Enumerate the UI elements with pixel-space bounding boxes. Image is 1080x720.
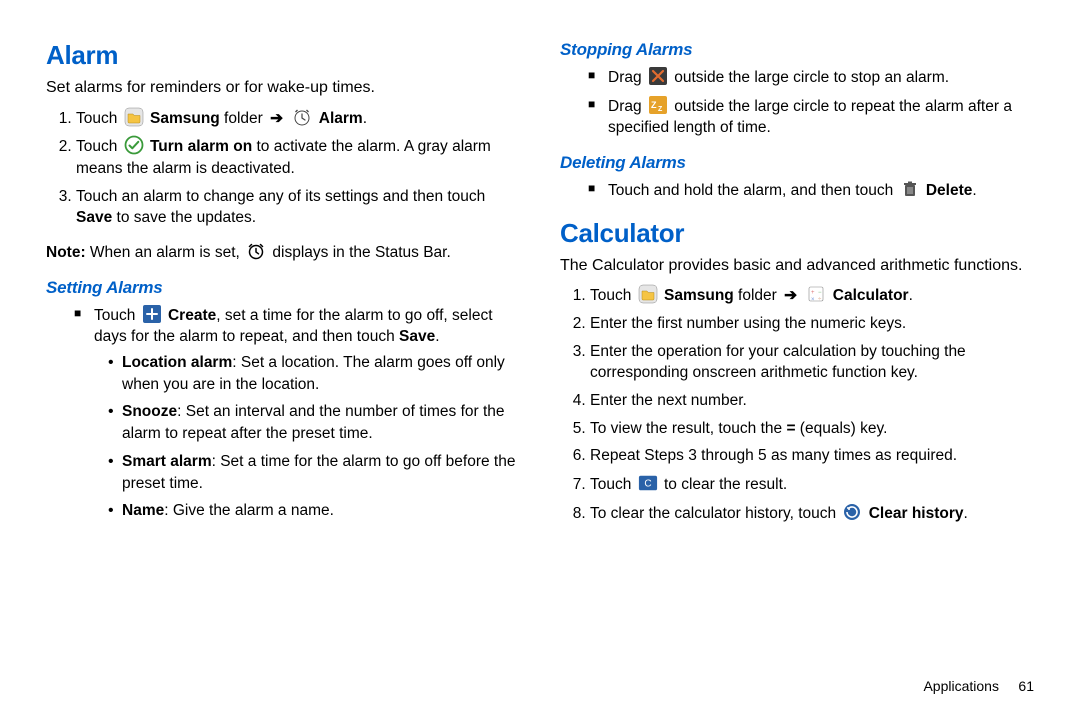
clear-key-icon: C (638, 473, 658, 493)
alarm-step-2: Touch Turn alarm on to activate the alar… (76, 135, 520, 179)
calc-step-7: Touch C to clear the result. (590, 473, 1034, 496)
alarm-heading: Alarm (46, 40, 520, 71)
svg-text:×: × (811, 297, 815, 303)
footer-page-number: 61 (1018, 678, 1034, 694)
clear-history-icon (842, 502, 862, 522)
x-stop-icon (648, 66, 668, 86)
delete-alarm-item: Touch and hold the alarm, and then touch… (588, 179, 1034, 202)
arrow-icon (784, 285, 797, 307)
plus-icon (142, 304, 162, 324)
alarm-clock-icon (292, 107, 312, 127)
calc-step-4: Enter the next number. (590, 390, 1034, 412)
deleting-alarms-heading: Deleting Alarms (560, 153, 1034, 173)
samsung-folder-icon (638, 284, 658, 304)
right-column: Stopping Alarms Drag outside the large c… (560, 40, 1034, 690)
svg-text:C: C (644, 479, 651, 490)
calc-step-3: Enter the operation for your calculation… (590, 341, 1034, 384)
stopping-alarms-list: Drag outside the large circle to stop an… (588, 66, 1034, 139)
setting-alarms-item: Touch Create, set a time for the alarm t… (74, 304, 520, 522)
calc-step-6: Repeat Steps 3 through 5 as many times a… (590, 445, 1034, 467)
calc-step-8: To clear the calculator history, touch C… (590, 502, 1034, 525)
stop-alarm-item: Drag outside the large circle to stop an… (588, 66, 1034, 89)
alarm-step-1: Touch Samsung folder Alarm. (76, 107, 520, 130)
status-alarm-icon (246, 241, 266, 261)
alarm-steps: Touch Samsung folder Alarm. Touch Turn a… (46, 107, 520, 229)
calc-step-2: Enter the first number using the numeric… (590, 313, 1034, 335)
svg-text:−: − (818, 290, 822, 296)
repeat-alarm-item: Drag ZZ outside the large circle to repe… (588, 95, 1034, 139)
page-footer: Applications 61 (923, 678, 1034, 694)
trash-icon (900, 179, 920, 199)
alarm-lead: Set alarms for reminders or for wake-up … (46, 77, 520, 99)
snooze-zz-icon: ZZ (648, 95, 668, 115)
calculator-steps: Touch Samsung folder +−×÷ Calculator. En… (560, 284, 1034, 524)
arrow-icon (270, 108, 283, 130)
svg-text:Z: Z (658, 106, 663, 113)
alarm-on-icon (124, 135, 144, 155)
calculator-icon: +−×÷ (806, 284, 826, 304)
option-smart-alarm: Smart alarm: Set a time for the alarm to… (108, 451, 520, 494)
svg-text:Z: Z (651, 100, 657, 110)
option-name: Name: Give the alarm a name. (108, 500, 520, 522)
setting-alarms-options: Location alarm: Set a location. The alar… (108, 352, 520, 522)
footer-section: Applications (923, 678, 999, 694)
stopping-alarms-heading: Stopping Alarms (560, 40, 1034, 60)
deleting-alarms-list: Touch and hold the alarm, and then touch… (588, 179, 1034, 202)
setting-alarms-heading: Setting Alarms (46, 278, 520, 298)
calculator-lead: The Calculator provides basic and advanc… (560, 255, 1034, 277)
svg-text:+: + (811, 290, 815, 296)
calc-step-5: To view the result, touch the = (equals)… (590, 418, 1034, 440)
samsung-folder-icon (124, 107, 144, 127)
setting-alarms-list: Touch Create, set a time for the alarm t… (74, 304, 520, 522)
alarm-step-3: Touch an alarm to change any of its sett… (76, 186, 520, 229)
left-column: Alarm Set alarms for reminders or for wa… (46, 40, 520, 690)
option-location-alarm: Location alarm: Set a location. The alar… (108, 352, 520, 395)
option-snooze: Snooze: Set an interval and the number o… (108, 401, 520, 444)
calculator-heading: Calculator (560, 218, 1034, 249)
alarm-note: Note: When an alarm is set, displays in … (46, 241, 520, 264)
calc-step-1: Touch Samsung folder +−×÷ Calculator. (590, 284, 1034, 307)
